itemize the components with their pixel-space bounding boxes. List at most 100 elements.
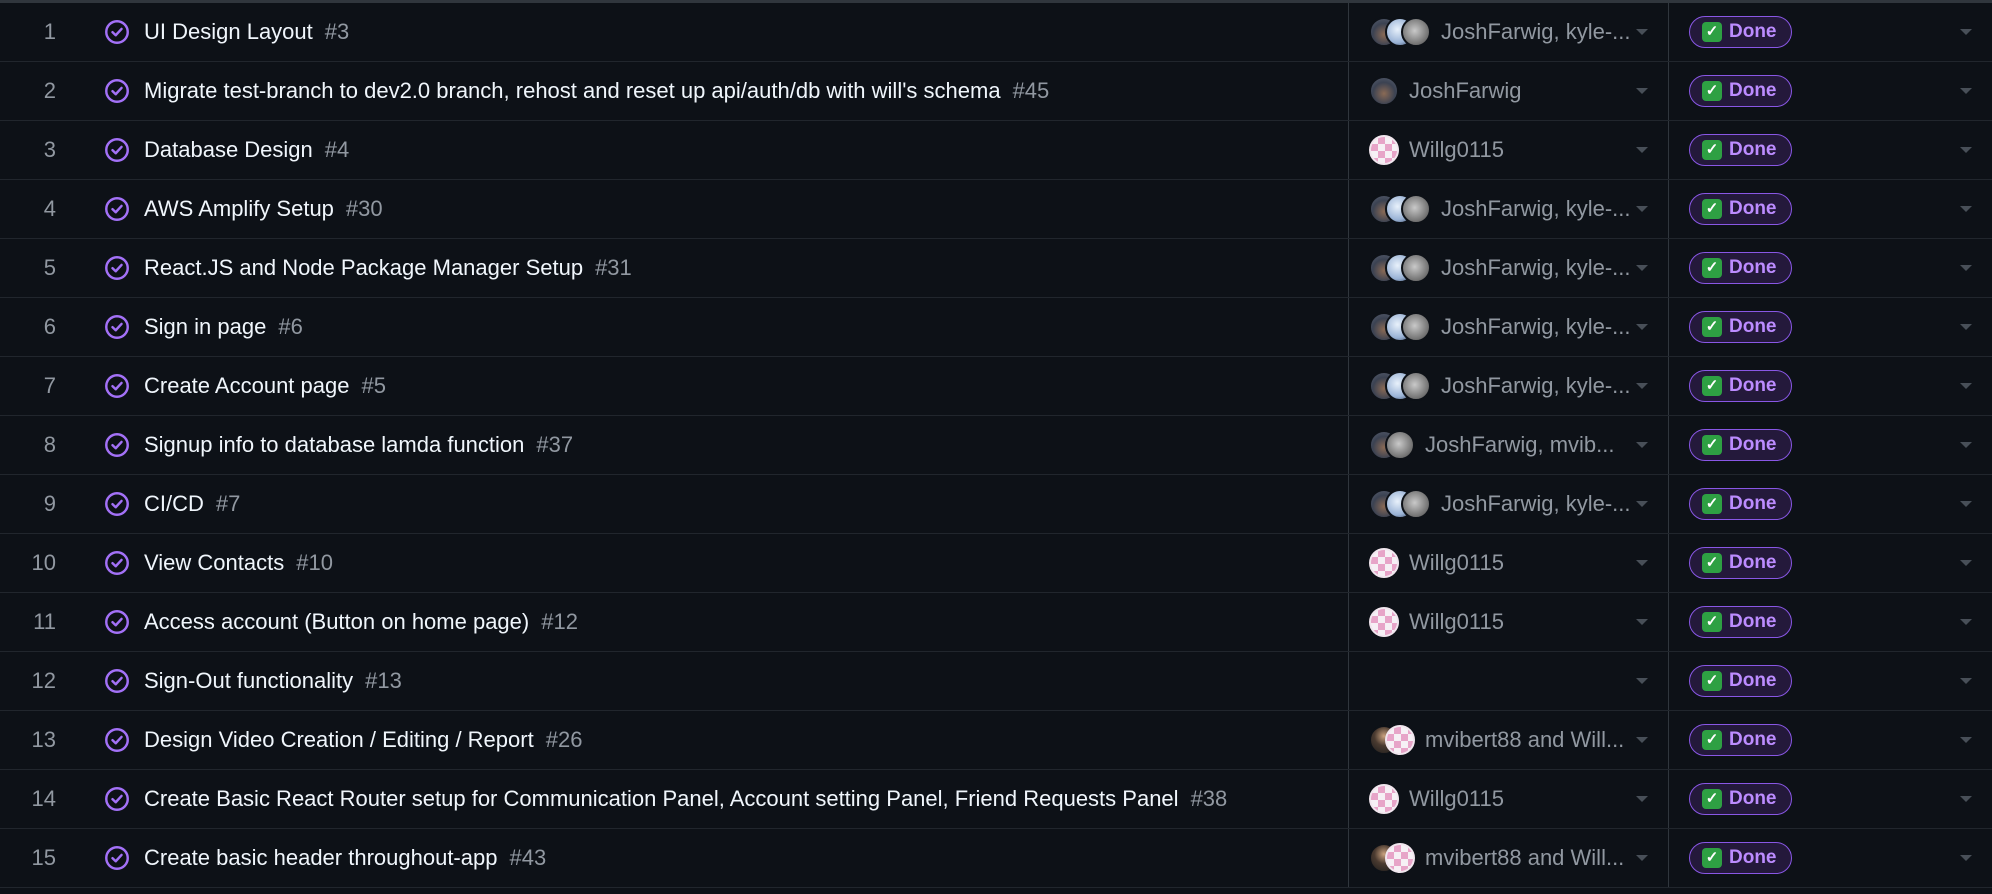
assignees-cell[interactable]: JoshFarwig, kyle-...	[1348, 357, 1668, 415]
assignees-cell[interactable]: JoshFarwig, kyle-...	[1348, 239, 1668, 297]
status-cell[interactable]: ✓ Done	[1668, 416, 1992, 474]
status-dropdown-icon[interactable]	[1960, 29, 1972, 35]
issue-title-link[interactable]: Create Account page	[144, 373, 349, 399]
table-row[interactable]: 12 Sign-Out functionality #13 ✓ Done	[0, 652, 1992, 711]
status-badge[interactable]: ✓ Done	[1689, 193, 1792, 225]
status-dropdown-icon[interactable]	[1960, 147, 1972, 153]
status-badge[interactable]: ✓ Done	[1689, 370, 1792, 402]
table-row[interactable]: 15 Create basic header throughout-app #4…	[0, 829, 1992, 888]
issue-title-link[interactable]: UI Design Layout	[144, 19, 313, 45]
assignees-cell[interactable]: mvibert88 and Will...	[1348, 711, 1668, 769]
status-cell[interactable]: ✓ Done	[1668, 770, 1992, 828]
assignees-cell[interactable]: Willg0115	[1348, 121, 1668, 179]
assignees-dropdown-icon[interactable]	[1636, 147, 1648, 153]
status-cell[interactable]: ✓ Done	[1668, 711, 1992, 769]
assignees-cell[interactable]: JoshFarwig, kyle-...	[1348, 298, 1668, 356]
status-cell[interactable]: ✓ Done	[1668, 62, 1992, 120]
status-badge[interactable]: ✓ Done	[1689, 252, 1792, 284]
status-badge[interactable]: ✓ Done	[1689, 429, 1792, 461]
table-row[interactable]: 10 View Contacts #10 Willg0115 ✓ Done	[0, 534, 1992, 593]
status-dropdown-icon[interactable]	[1960, 88, 1972, 94]
issue-title-link[interactable]: Migrate test-branch to dev2.0 branch, re…	[144, 78, 1001, 104]
issue-title-link[interactable]: Database Design	[144, 137, 313, 163]
status-cell[interactable]: ✓ Done	[1668, 829, 1992, 887]
assignees-cell[interactable]: JoshFarwig, kyle-...	[1348, 475, 1668, 533]
assignees-cell[interactable]: JoshFarwig, kyle-...	[1348, 3, 1668, 61]
status-dropdown-icon[interactable]	[1960, 619, 1972, 625]
assignees-dropdown-icon[interactable]	[1636, 383, 1648, 389]
status-cell[interactable]: ✓ Done	[1668, 357, 1992, 415]
table-row[interactable]: 1 UI Design Layout #3 JoshFarwig, kyle-.…	[0, 3, 1992, 62]
status-badge[interactable]: ✓ Done	[1689, 842, 1792, 874]
status-dropdown-icon[interactable]	[1960, 501, 1972, 507]
status-badge[interactable]: ✓ Done	[1689, 488, 1792, 520]
table-row[interactable]: 11 Access account (Button on home page) …	[0, 593, 1992, 652]
table-row[interactable]: 2 Migrate test-branch to dev2.0 branch, …	[0, 62, 1992, 121]
assignees-cell[interactable]	[1348, 652, 1668, 710]
issue-title-link[interactable]: Create Basic React Router setup for Comm…	[144, 786, 1179, 812]
issue-title-link[interactable]: Create basic header throughout-app	[144, 845, 497, 871]
assignees-dropdown-icon[interactable]	[1636, 501, 1648, 507]
status-badge[interactable]: ✓ Done	[1689, 134, 1792, 166]
status-cell[interactable]: ✓ Done	[1668, 475, 1992, 533]
table-row[interactable]: 5 React.JS and Node Package Manager Setu…	[0, 239, 1992, 298]
status-badge[interactable]: ✓ Done	[1689, 547, 1792, 579]
status-dropdown-icon[interactable]	[1960, 383, 1972, 389]
status-cell[interactable]: ✓ Done	[1668, 3, 1992, 61]
assignees-cell[interactable]: mvibert88 and Will...	[1348, 829, 1668, 887]
assignees-dropdown-icon[interactable]	[1636, 206, 1648, 212]
table-row[interactable]: 14 Create Basic React Router setup for C…	[0, 770, 1992, 829]
status-dropdown-icon[interactable]	[1960, 442, 1972, 448]
table-row[interactable]: 4 AWS Amplify Setup #30 JoshFarwig, kyle…	[0, 180, 1992, 239]
assignees-cell[interactable]: Willg0115	[1348, 534, 1668, 592]
issue-title-link[interactable]: CI/CD	[144, 491, 204, 517]
table-row[interactable]: 6 Sign in page #6 JoshFarwig, kyle-... ✓…	[0, 298, 1992, 357]
assignees-dropdown-icon[interactable]	[1636, 619, 1648, 625]
status-cell[interactable]: ✓ Done	[1668, 593, 1992, 651]
issue-title-link[interactable]: React.JS and Node Package Manager Setup	[144, 255, 583, 281]
issue-title-link[interactable]: Sign in page	[144, 314, 266, 340]
assignees-dropdown-icon[interactable]	[1636, 442, 1648, 448]
table-row[interactable]: 7 Create Account page #5 JoshFarwig, kyl…	[0, 357, 1992, 416]
assignees-cell[interactable]: JoshFarwig, kyle-...	[1348, 180, 1668, 238]
issue-title-link[interactable]: Sign-Out functionality	[144, 668, 353, 694]
assignees-cell[interactable]: Willg0115	[1348, 770, 1668, 828]
assignees-cell[interactable]: JoshFarwig	[1348, 62, 1668, 120]
status-cell[interactable]: ✓ Done	[1668, 180, 1992, 238]
table-row[interactable]: 9 CI/CD #7 JoshFarwig, kyle-... ✓ Done	[0, 475, 1992, 534]
status-cell[interactable]: ✓ Done	[1668, 298, 1992, 356]
status-cell[interactable]: ✓ Done	[1668, 121, 1992, 179]
assignees-cell[interactable]: Willg0115	[1348, 593, 1668, 651]
assignees-dropdown-icon[interactable]	[1636, 855, 1648, 861]
status-cell[interactable]: ✓ Done	[1668, 239, 1992, 297]
status-badge[interactable]: ✓ Done	[1689, 665, 1792, 697]
assignees-dropdown-icon[interactable]	[1636, 265, 1648, 271]
status-badge[interactable]: ✓ Done	[1689, 606, 1792, 638]
status-dropdown-icon[interactable]	[1960, 324, 1972, 330]
issue-title-link[interactable]: Access account (Button on home page)	[144, 609, 529, 635]
status-cell[interactable]: ✓ Done	[1668, 652, 1992, 710]
assignees-dropdown-icon[interactable]	[1636, 324, 1648, 330]
status-dropdown-icon[interactable]	[1960, 265, 1972, 271]
table-row[interactable]: 8 Signup info to database lamda function…	[0, 416, 1992, 475]
status-badge[interactable]: ✓ Done	[1689, 311, 1792, 343]
status-dropdown-icon[interactable]	[1960, 206, 1972, 212]
assignees-dropdown-icon[interactable]	[1636, 560, 1648, 566]
status-badge[interactable]: ✓ Done	[1689, 16, 1792, 48]
assignees-dropdown-icon[interactable]	[1636, 737, 1648, 743]
issue-title-link[interactable]: AWS Amplify Setup	[144, 196, 334, 222]
issue-title-link[interactable]: Design Video Creation / Editing / Report	[144, 727, 534, 753]
assignees-dropdown-icon[interactable]	[1636, 88, 1648, 94]
status-dropdown-icon[interactable]	[1960, 678, 1972, 684]
status-badge[interactable]: ✓ Done	[1689, 783, 1792, 815]
assignees-dropdown-icon[interactable]	[1636, 678, 1648, 684]
table-row[interactable]: 13 Design Video Creation / Editing / Rep…	[0, 711, 1992, 770]
status-dropdown-icon[interactable]	[1960, 737, 1972, 743]
assignees-dropdown-icon[interactable]	[1636, 29, 1648, 35]
status-badge[interactable]: ✓ Done	[1689, 724, 1792, 756]
status-dropdown-icon[interactable]	[1960, 560, 1972, 566]
status-cell[interactable]: ✓ Done	[1668, 534, 1992, 592]
assignees-dropdown-icon[interactable]	[1636, 796, 1648, 802]
issue-title-link[interactable]: View Contacts	[144, 550, 284, 576]
assignees-cell[interactable]: JoshFarwig, mvib...	[1348, 416, 1668, 474]
